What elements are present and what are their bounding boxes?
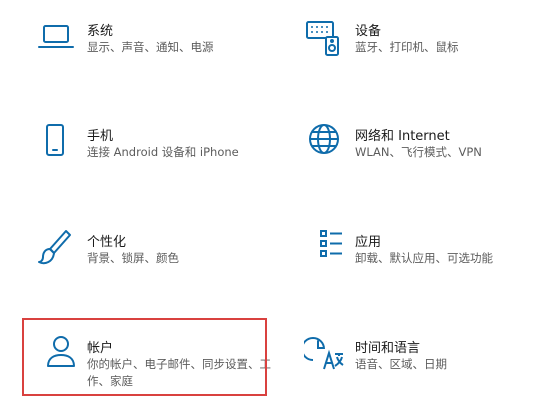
- tile-description: 蓝牙、打印机、鼠标: [355, 40, 459, 54]
- globe-icon: [304, 123, 344, 163]
- laptop-icon: [36, 18, 76, 58]
- tile-apps[interactable]: 应用 卸载、默认应用、可选功能: [290, 229, 540, 309]
- tile-description: 连接 Android 设备和 iPhone: [87, 145, 239, 159]
- tile-devices[interactable]: 设备 蓝牙、打印机、鼠标: [290, 18, 540, 98]
- tile-description: 显示、声音、通知、电源: [87, 40, 214, 54]
- tile-description: WLAN、飞行模式、VPN: [355, 145, 482, 159]
- phone-icon: [36, 123, 76, 163]
- clock-language-icon: [304, 335, 344, 375]
- tile-title: 应用: [355, 235, 382, 250]
- tile-description: 语音、区域、日期: [355, 357, 447, 371]
- brush-icon: [36, 229, 76, 269]
- tile-personalization[interactable]: 个性化 背景、锁屏、颜色: [22, 229, 272, 309]
- selection-highlight: [22, 318, 267, 396]
- tile-title: 时间和语言: [355, 341, 421, 356]
- tile-title: 手机: [87, 129, 114, 144]
- tile-title: 网络和 Internet: [355, 129, 450, 144]
- settings-page: 系统 显示、声音、通知、电源 设备 蓝牙、打印机、鼠标 手机 连接 Androi…: [0, 0, 545, 404]
- tile-network[interactable]: 网络和 Internet WLAN、飞行模式、VPN: [290, 123, 540, 203]
- tile-title: 系统: [87, 24, 114, 39]
- keyboard-speaker-icon: [304, 18, 344, 58]
- tile-description: 背景、锁屏、颜色: [87, 251, 179, 265]
- tile-title: 设备: [355, 24, 382, 39]
- tile-title: 个性化: [87, 235, 127, 250]
- tile-system[interactable]: 系统 显示、声音、通知、电源: [22, 18, 272, 98]
- tile-time-language[interactable]: 时间和语言 语音、区域、日期: [290, 335, 540, 404]
- list-icon: [304, 229, 344, 269]
- tile-description: 卸载、默认应用、可选功能: [355, 251, 493, 265]
- tile-phone[interactable]: 手机 连接 Android 设备和 iPhone: [22, 123, 272, 203]
